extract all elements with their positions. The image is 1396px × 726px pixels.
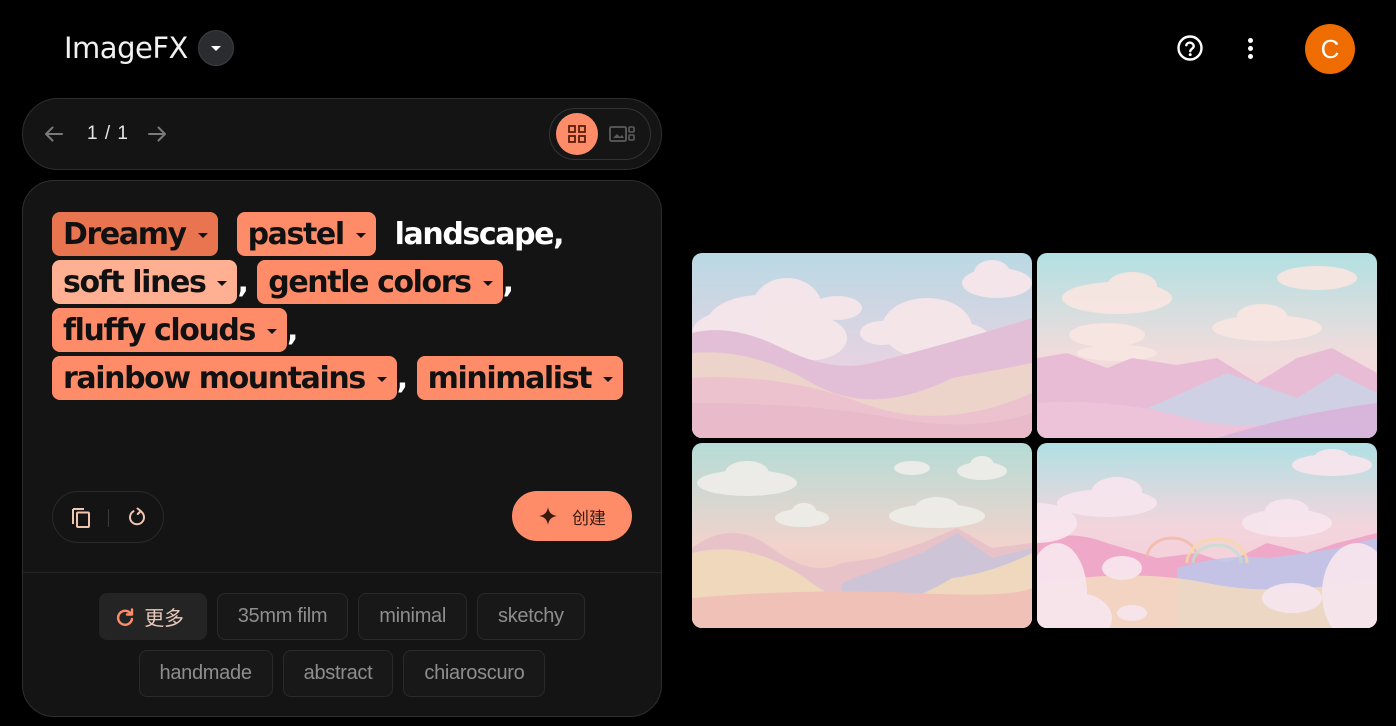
grid-view-icon bbox=[568, 125, 586, 143]
prompt-chip-soft-lines[interactable]: soft lines bbox=[52, 260, 238, 304]
suggestion-chip-handmade[interactable]: handmade bbox=[138, 650, 273, 697]
prompt-line: fluffy clouds, bbox=[52, 306, 642, 354]
suggestion-chip-sketchy[interactable]: sketchy bbox=[477, 593, 585, 640]
image-3-art bbox=[692, 443, 1032, 628]
more-options-button[interactable] bbox=[1240, 34, 1260, 62]
arrow-right-icon bbox=[148, 126, 166, 142]
prompt-line: soft lines, gentle colors, bbox=[52, 258, 642, 306]
image-4-art bbox=[1037, 443, 1377, 628]
prompt-card: Dreamy pastel landscape, soft lines, gent… bbox=[22, 180, 662, 717]
copy-icon bbox=[72, 508, 90, 528]
copy-prompt-button[interactable] bbox=[69, 505, 93, 529]
chevron-down-icon bbox=[210, 45, 221, 51]
app-menu-button[interactable] bbox=[197, 30, 234, 66]
prompt-chip-label: gentle colors bbox=[268, 264, 472, 300]
image-1-art bbox=[692, 253, 1032, 438]
style-suggestions: 更多 35mm film minimal sketchy handmade abstrac… bbox=[23, 593, 661, 707]
avatar-initial: C bbox=[1320, 33, 1340, 64]
prompt-chip-fluffy-clouds[interactable]: fluffy clouds bbox=[52, 308, 287, 352]
top-bar: ImageFX C bbox=[0, 0, 1396, 96]
prompt-chip-minimalist[interactable]: minimalist bbox=[416, 356, 624, 400]
suggestion-chip-minimal[interactable]: minimal bbox=[358, 593, 468, 640]
suggestion-row: handmade abstract chiaroscuro bbox=[23, 650, 661, 697]
tool-divider bbox=[108, 509, 109, 527]
prompt-chip-rainbow-mountains[interactable]: rainbow mountains bbox=[52, 356, 397, 400]
generated-image-4[interactable] bbox=[1037, 443, 1377, 628]
sparkle-icon bbox=[538, 506, 558, 526]
generated-image-2[interactable] bbox=[1037, 253, 1377, 438]
prompt-chip-pastel[interactable]: pastel bbox=[236, 212, 376, 256]
page-indicator: 1 / 1 bbox=[87, 123, 129, 144]
chevron-down-icon bbox=[355, 232, 366, 238]
suggestion-chip-35mm-film[interactable]: 35mm film bbox=[216, 593, 349, 640]
prompt-line: Dreamy pastel landscape, bbox=[52, 210, 642, 258]
more-suggestions-label: 更多 bbox=[144, 608, 184, 630]
prompt-chip-label: minimalist bbox=[427, 360, 593, 396]
prompt-separator: , bbox=[396, 360, 417, 396]
arrow-left-icon bbox=[45, 126, 63, 142]
help-button[interactable] bbox=[1176, 34, 1204, 62]
chevron-down-icon bbox=[197, 232, 208, 238]
help-circle-icon bbox=[1177, 35, 1203, 61]
suggestion-chip-chiaroscuro[interactable]: chiaroscuro bbox=[403, 650, 546, 697]
app-title: ImageFX bbox=[64, 31, 188, 65]
prompt-text: landscape, bbox=[394, 216, 565, 252]
prompt-chip-label: rainbow mountains bbox=[63, 360, 366, 396]
reset-icon bbox=[129, 507, 145, 526]
more-suggestions-button[interactable]: 更多 bbox=[99, 593, 207, 640]
prompt-line: rainbow mountains, minimalist bbox=[52, 354, 642, 402]
pager-bar: 1 / 1 bbox=[22, 98, 662, 170]
suggestion-chip-abstract[interactable]: abstract bbox=[282, 650, 394, 697]
create-button[interactable]: 创建 bbox=[512, 491, 632, 541]
generated-image-1[interactable] bbox=[692, 253, 1032, 438]
image-2-art bbox=[1037, 253, 1377, 438]
suggestion-row: 更多 35mm film minimal sketchy bbox=[23, 593, 661, 640]
prompt-editor[interactable]: Dreamy pastel landscape, soft lines, gent… bbox=[52, 210, 642, 402]
prompt-chip-label: soft lines bbox=[63, 264, 207, 300]
next-page-button[interactable] bbox=[144, 121, 170, 147]
image-gallery bbox=[692, 253, 1377, 628]
previous-page-button[interactable] bbox=[41, 121, 67, 147]
create-label: 创建 bbox=[572, 508, 606, 529]
prompt-chip-label: Dreamy bbox=[63, 216, 187, 252]
section-divider bbox=[23, 572, 661, 573]
chevron-down-icon bbox=[603, 376, 614, 382]
grid-view-button[interactable] bbox=[556, 113, 598, 155]
prompt-tools bbox=[52, 491, 164, 543]
prompt-separator bbox=[376, 217, 395, 252]
chevron-down-icon bbox=[376, 376, 387, 382]
app-brand: ImageFX bbox=[64, 30, 234, 66]
chevron-down-icon bbox=[217, 280, 228, 286]
single-view-icon bbox=[609, 126, 635, 142]
more-vertical-icon bbox=[1247, 37, 1253, 43]
prompt-separator: , bbox=[502, 264, 514, 300]
view-mode-toggle bbox=[549, 108, 651, 160]
prompt-chip-label: fluffy clouds bbox=[63, 312, 256, 348]
prompt-chip-gentle-colors[interactable]: gentle colors bbox=[257, 260, 503, 304]
reset-prompt-button[interactable] bbox=[125, 505, 149, 529]
prompt-chip-dreamy[interactable]: Dreamy bbox=[52, 212, 218, 256]
prompt-separator: , bbox=[286, 312, 298, 348]
prompt-separator bbox=[218, 217, 237, 252]
chevron-down-icon bbox=[266, 328, 277, 334]
generated-image-3[interactable] bbox=[692, 443, 1032, 628]
chevron-down-icon bbox=[482, 280, 493, 286]
user-avatar[interactable]: C bbox=[1305, 24, 1355, 74]
prompt-chip-label: pastel bbox=[247, 216, 346, 252]
single-view-button[interactable] bbox=[608, 121, 638, 147]
prompt-separator: , bbox=[237, 264, 258, 300]
refresh-icon bbox=[117, 607, 134, 626]
